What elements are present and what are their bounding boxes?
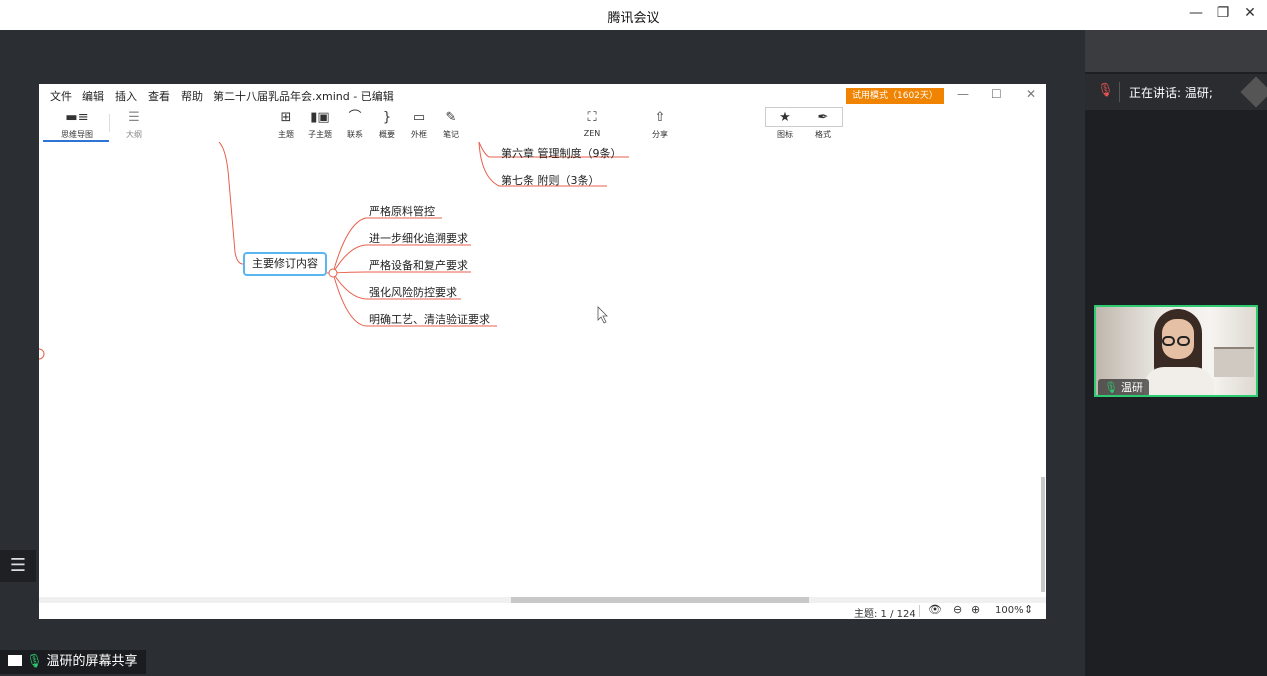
meeting-titlebar: 腾讯会议 — ❐ ✕: [0, 0, 1267, 30]
child-topic-3[interactable]: 严格设备和复产要求: [369, 257, 468, 273]
child-topic-1[interactable]: 严格原料管控: [369, 203, 435, 219]
close-button[interactable]: ✕: [1240, 5, 1260, 21]
left-collapse-toggle: [39, 348, 45, 360]
panel-header: [1085, 30, 1267, 72]
child-topic-4[interactable]: 强化风险防控要求: [369, 284, 457, 300]
share-upload-icon: ⇧: [654, 110, 666, 125]
zen-icon: ⛶: [587, 110, 597, 125]
participant-panel: 🎙 正在讲话: 温研; 🎙 温研: [1085, 30, 1267, 676]
participant-name: 温研: [1120, 381, 1143, 394]
branch-lines: [39, 142, 629, 360]
zoom-stepper-icon[interactable]: ⇕: [1024, 603, 1033, 616]
menu-help[interactable]: 帮助: [181, 88, 203, 104]
participant-body: [1144, 367, 1214, 395]
topic-count: 主题: 1 / 124: [854, 609, 916, 620]
outline-icon: ☰: [128, 110, 140, 125]
minimize-button[interactable]: —: [1186, 5, 1206, 21]
participant-list-toggle[interactable]: ☰: [0, 550, 36, 582]
participant-video-tile[interactable]: 🎙 温研: [1094, 305, 1258, 397]
speaking-indicator: 🎙 正在讲话: 温研;: [1085, 74, 1267, 110]
document-title: 第二十八届乳品年会.xmind - 已编辑: [213, 90, 394, 103]
trial-badge[interactable]: 试用模式（1602天）: [846, 88, 944, 104]
menu-file[interactable]: 文件: [50, 88, 72, 104]
mic-active-icon: 🎙: [1104, 381, 1118, 394]
toolbar-separator: [109, 114, 110, 132]
eye-icon[interactable]: 👁: [928, 603, 942, 616]
xmind-close-button[interactable]: ✕: [1026, 87, 1036, 101]
restore-button[interactable]: ❐: [1213, 5, 1233, 21]
vertical-scrollbar[interactable]: [1041, 477, 1045, 592]
participant-glasses: [1162, 331, 1194, 346]
menu-edit[interactable]: 编辑: [82, 88, 104, 104]
xmind-statusbar: 主题: 1 / 124 👁 ⊖ ⊕ 100% ⇕: [39, 603, 1046, 620]
brush-icon: ✒: [817, 110, 829, 125]
mindmap-canvas[interactable]: 第六章 管理制度（9条） 第七条 附则（3条） 主要修订内容 严格原料管控 进一…: [39, 142, 1046, 597]
collapse-panel-icon[interactable]: [1240, 76, 1267, 108]
xmind-window: 文件 编辑 插入 查看 帮助 第二十八届乳品年会.xmind - 已编辑 试用模…: [39, 84, 1046, 620]
central-topic[interactable]: 主要修订内容: [243, 252, 327, 276]
zen-button[interactable]: ⛶ ZEN: [572, 110, 612, 138]
list-icon: ☰: [9, 555, 27, 576]
xmind-menubar: 文件 编辑 插入 查看 帮助 第二十八届乳品年会.xmind - 已编辑 试用模…: [39, 84, 1046, 106]
mic-muted-icon: 🎙: [1097, 83, 1114, 98]
mouse-cursor: [597, 306, 608, 324]
mic-icon: 🎙: [26, 654, 43, 669]
zoom-out-icon[interactable]: ⊖: [953, 603, 962, 616]
icons-panel-button[interactable]: ★ 图标: [765, 110, 805, 140]
menu-view[interactable]: 查看: [148, 88, 170, 104]
mindmap-icon: ▬≡: [65, 110, 89, 125]
meeting-title: 腾讯会议: [607, 11, 660, 26]
notes-button[interactable]: ✎ 笔记: [431, 110, 471, 140]
participant-name-tag: 🎙 温研: [1098, 379, 1149, 395]
child-topic-5[interactable]: 明确工艺、清洁验证要求: [369, 311, 490, 327]
format-panel-button[interactable]: ✒ 格式: [803, 110, 843, 140]
xmind-maximize-button[interactable]: ☐: [991, 87, 1002, 101]
status-separator: [919, 605, 920, 617]
zoom-level[interactable]: 100%: [995, 605, 1024, 616]
node-chapter-6[interactable]: 第六章 管理制度（9条）: [501, 145, 622, 161]
subtopic-button[interactable]: ▮▣ 子主题: [300, 110, 340, 140]
notes-icon: ✎: [445, 110, 457, 125]
tab-mindmap[interactable]: ▬≡ 思维导图: [57, 110, 97, 140]
speaking-label: 正在讲话: 温研;: [1129, 86, 1213, 100]
xmind-toolbar: ▬≡ 思维导图 ☰ 大纲 ⊞ 主题 ▮▣ 子主题 ⌒ 联系 } 概要 ▭ 外框: [39, 106, 1046, 142]
star-icon: ★: [779, 110, 791, 125]
collapse-toggle: [328, 268, 338, 278]
screen-share-icon: [8, 655, 22, 666]
video-shelf: [1214, 347, 1254, 377]
share-button[interactable]: ⇧ 分享: [640, 110, 680, 140]
tab-outline[interactable]: ☰ 大纲: [114, 110, 154, 140]
subtopic-icon: ▮▣: [310, 110, 330, 125]
menu-insert[interactable]: 插入: [115, 88, 137, 104]
zoom-in-icon[interactable]: ⊕: [971, 603, 980, 616]
screen-share-label: 🎙 温研的屏幕共享: [0, 650, 146, 674]
share-owner-label: 温研的屏幕共享: [46, 654, 138, 669]
child-topic-2[interactable]: 进一步细化追溯要求: [369, 230, 468, 246]
node-article-7[interactable]: 第七条 附则（3条）: [501, 172, 600, 188]
xmind-minimize-button[interactable]: —: [957, 87, 969, 101]
parent-branch-line: [218, 142, 244, 265]
speaking-divider: [1119, 82, 1120, 102]
